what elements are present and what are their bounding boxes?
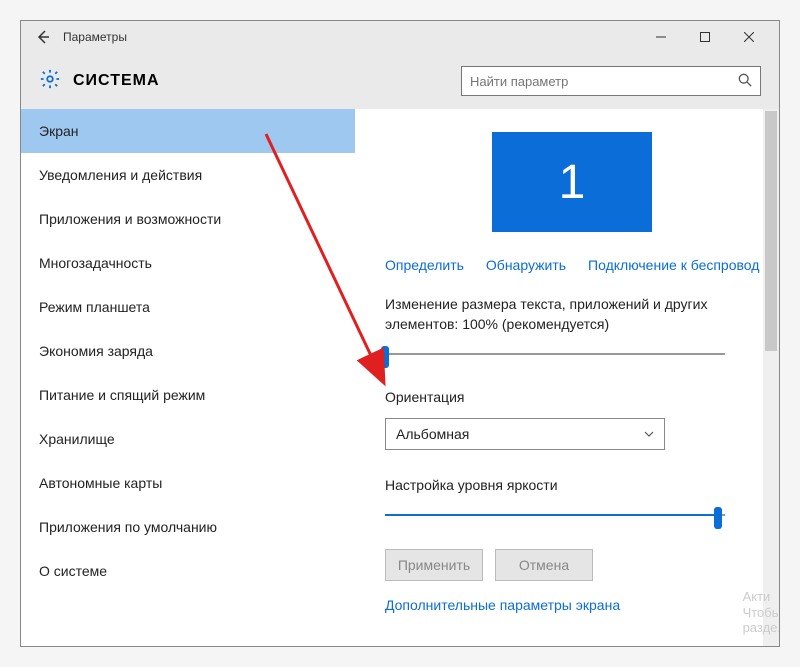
brightness-slider[interactable] [385,505,725,525]
sidebar-item-label: Хранилище [39,431,115,447]
content-scrollbar[interactable] [763,109,779,646]
slider-fill [385,514,718,516]
sidebar-item-notifications[interactable]: Уведомления и действия [21,153,355,197]
button-label: Применить [398,557,470,573]
orientation-select[interactable]: Альбомная [385,418,665,450]
slider-thumb[interactable] [381,346,389,368]
display-action-links: Определить Обнаружить Подключение к бесп… [385,257,759,273]
slider-track [385,353,725,355]
button-label: Отмена [519,557,569,573]
sidebar-item-label: Приложения и возможности [39,211,221,227]
sidebar: Экран Уведомления и действия Приложения … [21,109,355,646]
monitor-number: 1 [559,155,586,210]
window-title: Параметры [63,30,127,44]
apply-cancel-row: Применить Отмена [385,549,759,581]
orientation-label: Ориентация [385,388,759,408]
identify-link[interactable]: Обнаружить [486,257,566,273]
detect-link[interactable]: Определить [385,257,464,273]
sidebar-item-label: О системе [39,563,107,579]
sidebar-item-label: Экран [39,123,79,139]
search-box[interactable] [461,66,761,96]
sidebar-item-display[interactable]: Экран [21,109,355,153]
apply-button[interactable]: Применить [385,549,483,581]
sidebar-item-label: Многозадачность [39,255,152,271]
sidebar-item-multitasking[interactable]: Многозадачность [21,241,355,285]
monitor-1[interactable]: 1 [492,132,652,232]
back-button[interactable] [29,23,57,51]
brightness-label: Настройка уровня яркости [385,476,759,496]
gear-icon [39,68,61,95]
search-input[interactable] [470,74,738,89]
sidebar-item-label: Автономные карты [39,475,162,491]
sidebar-item-apps[interactable]: Приложения и возможности [21,197,355,241]
sidebar-item-offline-maps[interactable]: Автономные карты [21,461,355,505]
close-button[interactable] [727,21,771,53]
advanced-display-link[interactable]: Дополнительные параметры экрана [385,597,759,613]
scale-slider[interactable] [385,344,725,364]
sidebar-item-battery-saver[interactable]: Экономия заряда [21,329,355,373]
content-pane: 1 Определить Обнаружить Подключение к бе… [355,109,779,646]
sidebar-item-power-sleep[interactable]: Питание и спящий режим [21,373,355,417]
settings-window: Параметры СИСТЕМА Экр [20,20,780,647]
header: СИСТЕМА [21,53,779,109]
orientation-value: Альбомная [396,426,469,442]
titlebar: Параметры [21,21,779,53]
maximize-button[interactable] [683,21,727,53]
sidebar-item-about[interactable]: О системе [21,549,355,593]
sidebar-item-label: Режим планшета [39,299,150,315]
search-icon [738,73,752,90]
sidebar-item-label: Питание и спящий режим [39,387,205,403]
minimize-button[interactable] [639,21,683,53]
watermark-line: разде. [743,620,780,636]
slider-thumb[interactable] [714,507,722,529]
body: Экран Уведомления и действия Приложения … [21,109,779,646]
sidebar-item-storage[interactable]: Хранилище [21,417,355,461]
scrollbar-thumb[interactable] [765,111,777,351]
sidebar-item-default-apps[interactable]: Приложения по умолчанию [21,505,355,549]
activation-watermark: Акти Чтобь разде. [743,589,780,636]
wireless-link[interactable]: Подключение к беспровод [588,257,759,273]
monitor-preview[interactable]: 1 [402,127,742,237]
sidebar-item-label: Приложения по умолчанию [39,519,217,535]
chevron-down-icon [644,428,654,440]
sidebar-item-label: Уведомления и действия [39,167,202,183]
section-title: СИСТЕМА [73,72,160,90]
sidebar-item-label: Экономия заряда [39,343,153,359]
watermark-line: Чтобь [743,605,780,621]
cancel-button[interactable]: Отмена [495,549,593,581]
watermark-line: Акти [743,589,780,605]
sidebar-item-tablet-mode[interactable]: Режим планшета [21,285,355,329]
scale-label: Изменение размера текста, приложений и д… [385,295,759,334]
